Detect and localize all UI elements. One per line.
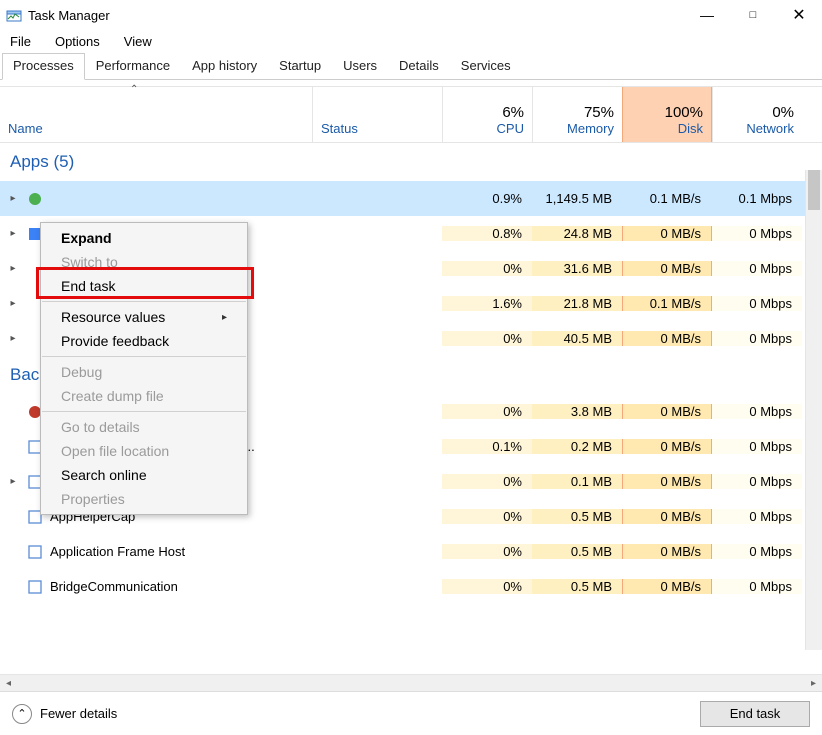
ctx-expand[interactable]: Expand [41,226,247,250]
app-icon [26,543,44,561]
tab-performance[interactable]: Performance [85,53,181,80]
ctx-search-online[interactable]: Search online [41,463,247,487]
net-value: 0.1 Mbps [712,191,802,206]
group-apps[interactable]: Apps (5) [0,143,822,181]
ctx-debug: Debug [41,360,247,384]
menu-file[interactable]: File [4,32,37,51]
ctx-create-dump: Create dump file [41,384,247,408]
mem-value: 1,149.5 MB [532,191,622,206]
ctx-end-task[interactable]: End task [41,274,247,298]
group-background-label: Bac [10,365,39,385]
chevron-up-icon: ⌃ [12,704,32,724]
col-name[interactable]: Name [0,87,312,142]
maximize-button[interactable]: □ [730,0,776,30]
task-manager-icon [6,7,22,23]
separator [42,356,246,357]
footer: ⌃ Fewer details End task [0,691,822,735]
process-row[interactable]: BridgeCommunication 0% 0.5 MB 0 MB/s 0 M… [0,569,822,604]
col-network[interactable]: 0%Network [712,87,802,142]
process-row[interactable]: Application Frame Host 0% 0.5 MB 0 MB/s … [0,534,822,569]
minimize-button[interactable]: — [684,0,730,30]
tabs: Processes Performance App history Startu… [0,52,822,80]
group-apps-label: Apps (5) [10,152,74,172]
window-title: Task Manager [28,8,684,23]
tab-details[interactable]: Details [388,53,450,80]
app-icon [26,190,44,208]
menu-options[interactable]: Options [49,32,106,51]
fewer-details-toggle[interactable]: ⌃ Fewer details [12,704,117,724]
col-memory[interactable]: 75%Memory [532,87,622,142]
chevron-right-icon[interactable]: ▸ [6,476,20,487]
tab-startup[interactable]: Startup [268,53,332,80]
cpu-value: 0.9% [442,191,532,206]
vertical-scrollbar[interactable] [805,170,822,650]
col-status[interactable]: Status [312,87,442,142]
app-icon [26,578,44,596]
menu-view[interactable]: View [118,32,158,51]
separator [42,301,246,302]
col-disk[interactable]: 100%Disk [622,87,712,142]
chevron-right-icon[interactable]: ▸ [6,263,20,274]
tab-services[interactable]: Services [450,53,522,80]
tab-app-history[interactable]: App history [181,53,268,80]
process-row[interactable]: ▸ 0.9% 1,149.5 MB 0.1 MB/s 0.1 Mbps [0,181,822,216]
chevron-right-icon[interactable]: ▸ [6,298,20,309]
ctx-open-file-loc: Open file location [41,439,247,463]
ctx-resource-values[interactable]: Resource values▸ [41,305,247,329]
chevron-right-icon[interactable]: ▸ [6,193,20,204]
menubar: File Options View [0,30,822,52]
ctx-provide-feedback[interactable]: Provide feedback [41,329,247,353]
disk-value: 0.1 MB/s [622,191,712,206]
scroll-left-icon[interactable]: ◂ [2,678,15,689]
fewer-details-label: Fewer details [40,706,117,721]
chevron-right-icon: ▸ [222,312,227,323]
scrollbar-thumb[interactable] [808,170,820,210]
process-name: BridgeCommunication [50,579,178,594]
tab-users[interactable]: Users [332,53,388,80]
titlebar: Task Manager — □ ✕ [0,0,822,30]
end-task-button[interactable]: End task [700,701,810,727]
horizontal-scrollbar[interactable]: ◂ ▸ [0,674,822,691]
context-menu: Expand Switch to End task Resource value… [40,222,248,515]
chevron-right-icon[interactable]: ▸ [6,228,20,239]
ctx-properties: Properties [41,487,247,511]
chevron-right-icon[interactable]: ▸ [6,333,20,344]
close-button[interactable]: ✕ [776,0,822,30]
ctx-switch-to: Switch to [41,250,247,274]
col-cpu[interactable]: 6%CPU [442,87,532,142]
scroll-right-icon[interactable]: ▸ [807,678,820,689]
ctx-go-to-details: Go to details [41,415,247,439]
process-name: Application Frame Host [50,544,185,559]
tab-processes[interactable]: Processes [2,53,85,80]
column-headers: ⌃ Name Status 6%CPU 75%Memory 100%Disk 0… [0,87,822,143]
sort-indicator-icon: ⌃ [130,84,138,95]
separator [42,411,246,412]
